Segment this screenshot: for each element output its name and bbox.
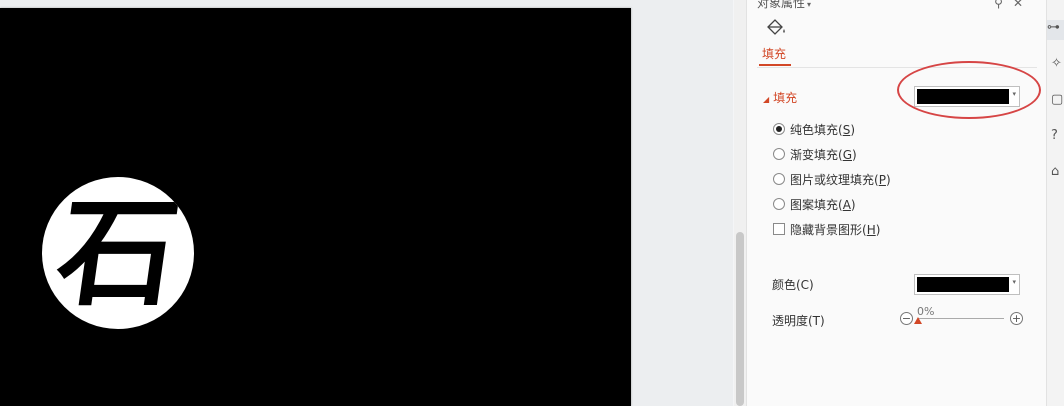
radio-button[interactable] bbox=[773, 148, 785, 160]
color-label: 颜色(C) bbox=[772, 278, 814, 292]
checkbox-hide-background[interactable]: 隐藏背景图形(H) bbox=[773, 222, 880, 238]
chevron-down-icon: ▾ bbox=[807, 0, 812, 9]
close-icon[interactable]: ✕ bbox=[1013, 0, 1033, 10]
vertical-scrollbar[interactable] bbox=[734, 0, 746, 406]
tab-active-indicator bbox=[759, 64, 791, 66]
scrollbar-thumb[interactable] bbox=[736, 232, 744, 406]
magic-icon[interactable]: ✧ bbox=[1051, 56, 1064, 76]
collapse-triangle-icon: ◢ bbox=[763, 95, 770, 104]
radio-button[interactable] bbox=[773, 173, 785, 185]
slider-handle[interactable] bbox=[914, 317, 922, 324]
right-tool-rail: ⊶ ✧ ▢ ? ⌂ bbox=[1046, 0, 1064, 406]
transparency-value: 0% bbox=[917, 305, 935, 318]
radio-pattern-fill[interactable]: 图案填充(A) bbox=[773, 197, 856, 213]
help-icon[interactable]: ? bbox=[1051, 128, 1064, 148]
radio-gradient-fill[interactable]: 渐变填充(G) bbox=[773, 147, 857, 163]
radio-button-selected[interactable] bbox=[773, 123, 785, 135]
panel-title-icons: ⚲✕ bbox=[994, 0, 1033, 10]
radio-solid-fill[interactable]: 纯色填充(S) bbox=[773, 122, 855, 138]
color-swatch bbox=[917, 277, 1009, 292]
checkbox[interactable] bbox=[773, 223, 785, 235]
radio-button[interactable] bbox=[773, 198, 785, 210]
layout-icon[interactable]: ▢ bbox=[1051, 92, 1064, 112]
paint-bucket-icon[interactable] bbox=[765, 18, 787, 38]
transparency-slider[interactable] bbox=[918, 318, 1004, 319]
fill-section-title: 填充 bbox=[773, 91, 798, 105]
plus-icon[interactable]: + bbox=[1010, 312, 1023, 325]
color-dropdown[interactable]: ▾ bbox=[914, 274, 1020, 295]
backup-icon[interactable]: ⌂ bbox=[1051, 164, 1064, 184]
minus-icon[interactable]: − bbox=[900, 312, 913, 325]
dropdown-arrow-icon: ▾ bbox=[1012, 278, 1016, 286]
properties-icon[interactable]: ⊶ bbox=[1047, 20, 1064, 40]
slide-workspace: 石 bbox=[0, 0, 733, 406]
pin-icon[interactable]: ⚲ bbox=[994, 0, 1013, 10]
logo-shape[interactable]: 石 bbox=[42, 177, 194, 329]
transparency-label: 透明度(T) bbox=[772, 314, 825, 328]
fill-section-header[interactable]: ◢ 填充 bbox=[763, 89, 797, 106]
panel-title-text: 对象属性 bbox=[757, 0, 806, 10]
logo-character: 石 bbox=[49, 184, 187, 322]
highlight-annotation bbox=[897, 61, 1041, 119]
slide-canvas[interactable]: 石 bbox=[0, 8, 631, 406]
radio-picture-texture-fill[interactable]: 图片或纹理填充(P) bbox=[773, 172, 891, 188]
tab-fill[interactable]: 填充 bbox=[762, 45, 786, 62]
panel-title[interactable]: 对象属性 ▾ bbox=[757, 0, 811, 11]
